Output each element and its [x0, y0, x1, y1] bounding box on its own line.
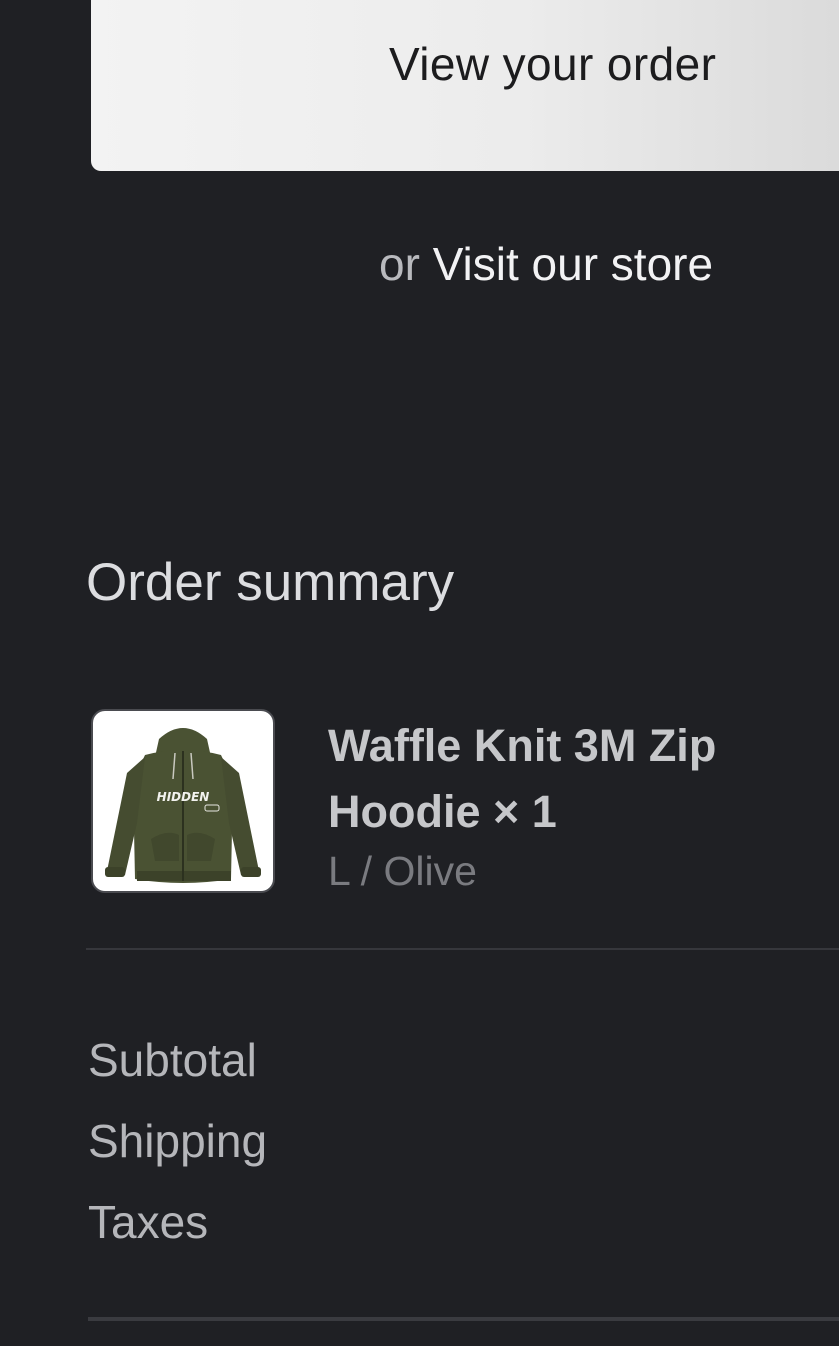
visit-store-link[interactable]: Visit our store — [433, 238, 713, 290]
order-summary-title: Order summary — [86, 553, 455, 612]
product-name: Waffle Knit 3M Zip Hoodie × 1 — [328, 720, 717, 837]
alternative-action-line: or Visit our store — [379, 237, 713, 291]
subtotal-label: Subtotal — [88, 1034, 257, 1086]
hoodie-print-text: HIDDEN — [157, 790, 210, 804]
product-thumbnail: HIDDEN — [91, 709, 275, 893]
taxes-label: Taxes — [88, 1196, 209, 1248]
view-order-label: View your order — [389, 38, 717, 90]
or-text: or — [379, 238, 420, 290]
shipping-label: Shipping — [88, 1115, 268, 1167]
summary-divider — [86, 948, 839, 950]
hoodie-thumbnail-icon: HIDDEN — [105, 728, 261, 883]
view-order-button[interactable]: View your order — [91, 0, 839, 171]
product-variant: L / Olive — [328, 848, 477, 894]
total-divider — [88, 1317, 839, 1321]
